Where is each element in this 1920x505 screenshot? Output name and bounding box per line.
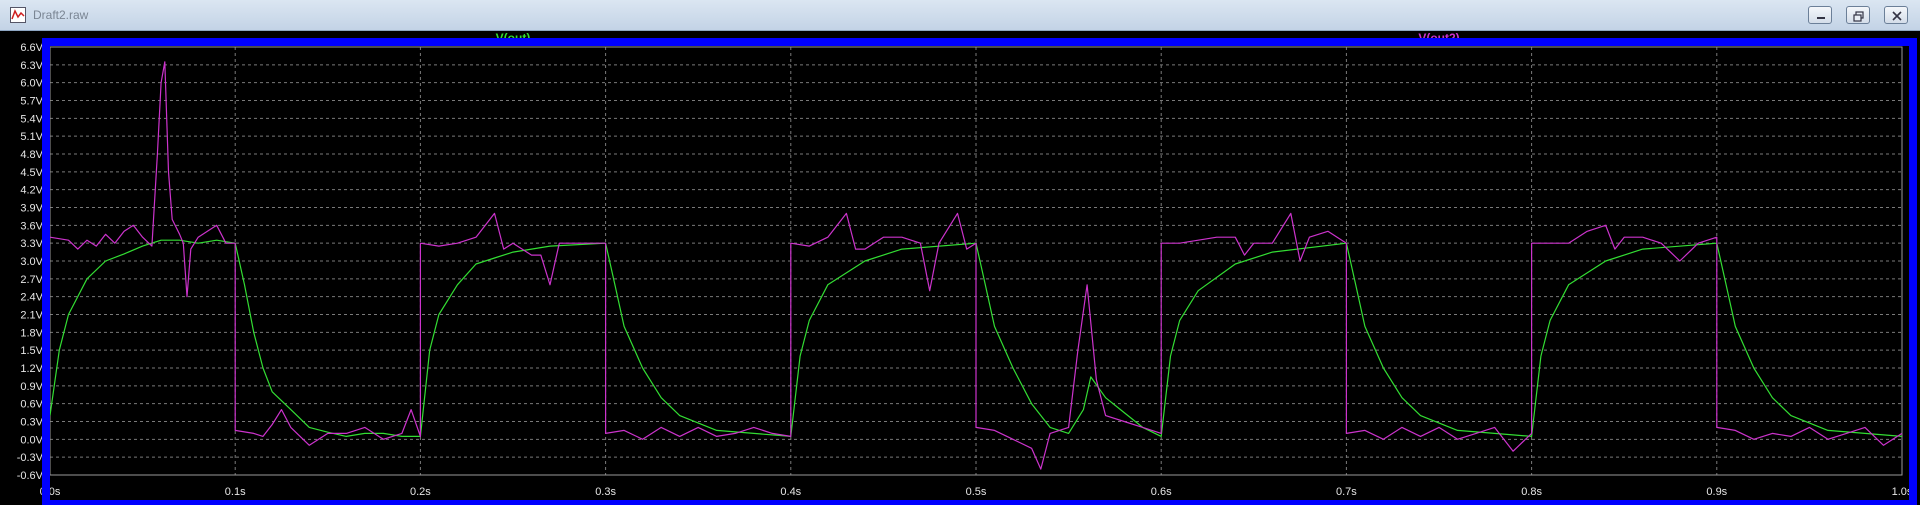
x-tick-label: 0.4s bbox=[780, 486, 801, 498]
restore-button[interactable] bbox=[1846, 6, 1870, 24]
y-tick-label: 6.6V bbox=[20, 42, 43, 54]
x-tick-label: 0.9s bbox=[1706, 486, 1727, 498]
y-tick-label: 5.7V bbox=[20, 96, 43, 108]
y-tick-label: 2.4V bbox=[20, 292, 43, 304]
series-line bbox=[49, 61, 1903, 470]
x-tick-label: 0.7s bbox=[1336, 486, 1357, 498]
waveform-viewer-window: Draft2.raw 6.6V 6.3V 6.0V 5.7V 5.4V 5.1V 4.8V 4… bbox=[0, 0, 1920, 505]
y-tick-label: 4.8V bbox=[20, 149, 43, 161]
x-tick-label: 0.5s bbox=[966, 486, 987, 498]
waveform-plot[interactable]: 6.6V 6.3V 6.0V 5.7V 5.4V 5.1V 4.8V 4.5V 4.2V 3.9V… bbox=[0, 30, 1920, 505]
y-tick-label: 1.2V bbox=[20, 363, 43, 375]
y-tick-label: 2.7V bbox=[20, 274, 43, 286]
restore-icon bbox=[1853, 11, 1864, 22]
y-tick-label: 4.5V bbox=[20, 167, 43, 179]
x-tick-label: 0.3s bbox=[595, 486, 616, 498]
x-tick-label: 0.6s bbox=[1151, 486, 1172, 498]
close-button[interactable] bbox=[1884, 6, 1908, 24]
minimize-button[interactable] bbox=[1808, 6, 1832, 24]
window-title: Draft2.raw bbox=[33, 8, 89, 22]
y-tick-label: -0.6V bbox=[17, 470, 44, 482]
y-tick-label: 2.1V bbox=[20, 310, 43, 322]
minimize-icon bbox=[1817, 17, 1825, 19]
y-tick-label: 3.0V bbox=[20, 256, 43, 268]
waveform-icon bbox=[10, 7, 26, 23]
y-tick-label: 5.1V bbox=[20, 131, 43, 143]
x-tick-label: 0.8s bbox=[1521, 486, 1542, 498]
y-tick-label: 0.0V bbox=[20, 434, 43, 446]
y-tick-label: 3.3V bbox=[20, 238, 43, 250]
y-tick-label: 0.6V bbox=[20, 399, 43, 411]
y-tick-label: 3.6V bbox=[20, 220, 43, 232]
y-tick-label: 6.3V bbox=[20, 60, 43, 72]
title-bar[interactable]: Draft2.raw bbox=[0, 0, 1920, 31]
y-tick-label: 6.0V bbox=[20, 78, 43, 90]
y-tick-label: -0.3V bbox=[17, 452, 44, 464]
y-tick-label: 3.9V bbox=[20, 203, 43, 215]
y-tick-label: 1.5V bbox=[20, 345, 43, 357]
x-tick-label: 0.1s bbox=[225, 486, 246, 498]
y-tick-label: 0.3V bbox=[20, 417, 43, 429]
y-tick-label: 1.8V bbox=[20, 327, 43, 339]
x-tick-label: 0.2s bbox=[410, 486, 431, 498]
y-tick-label: 4.2V bbox=[20, 185, 43, 197]
y-tick-label: 0.9V bbox=[20, 381, 43, 393]
y-tick-label: 5.4V bbox=[20, 113, 43, 125]
close-icon bbox=[1892, 11, 1902, 21]
